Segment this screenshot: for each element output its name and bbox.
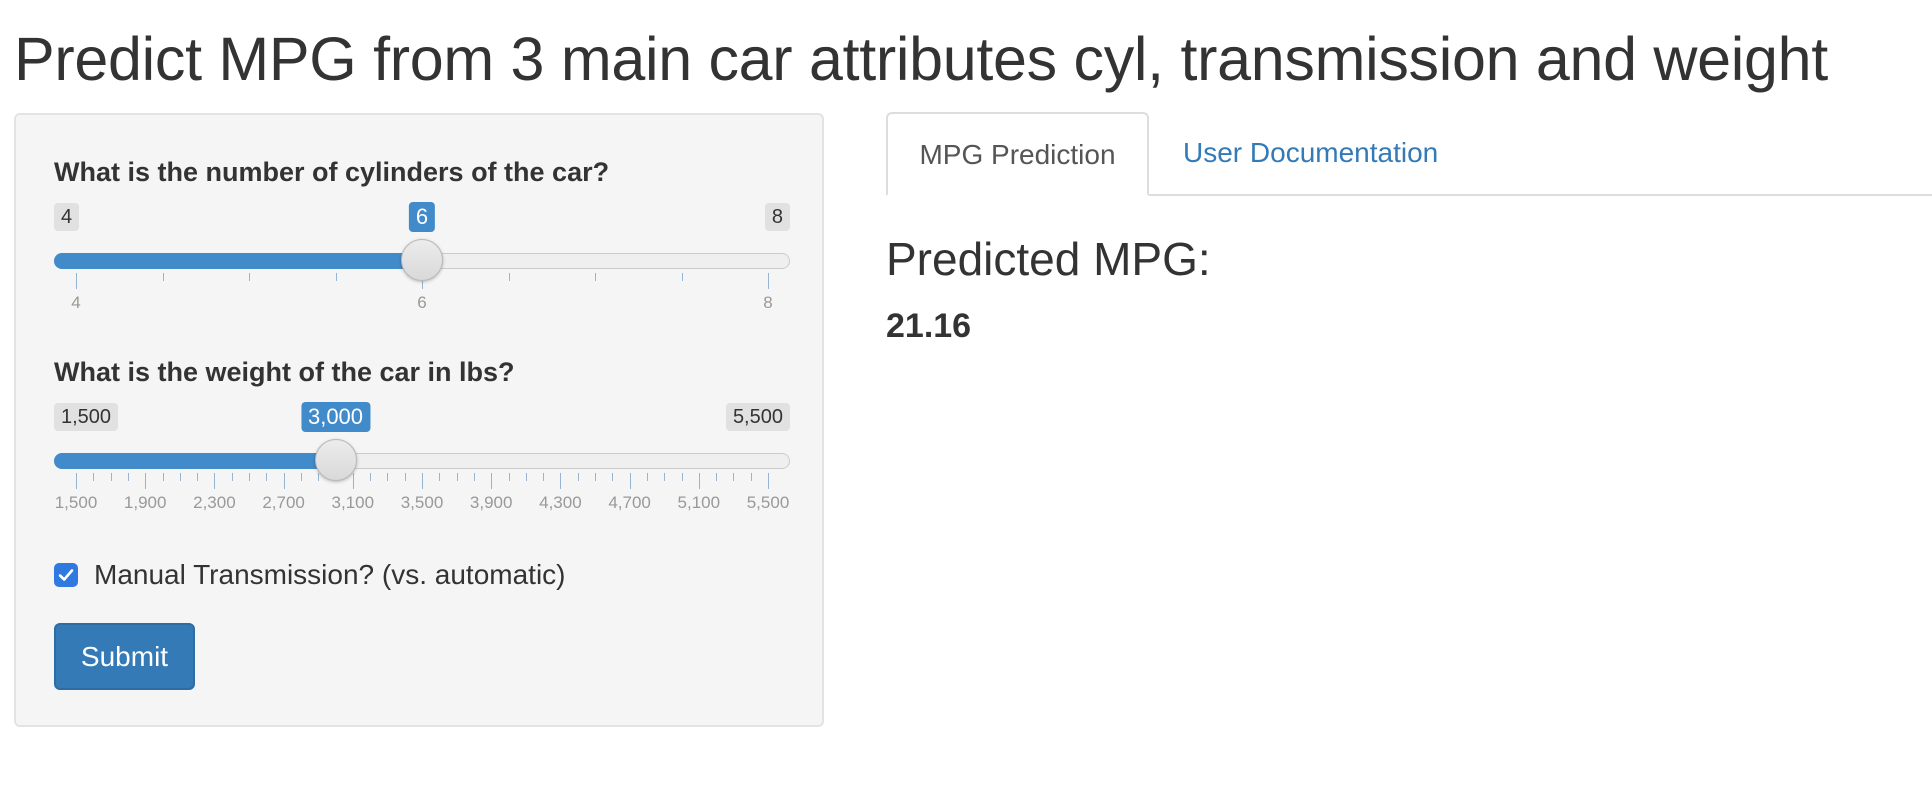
weight-minor-tick (318, 473, 320, 481)
weight-minor-tick (595, 473, 596, 481)
cyl-minor-tick (508, 273, 510, 281)
weight-tick-label: 5,500 (746, 493, 790, 512)
weight-major-tick (768, 473, 769, 489)
cyl-value-badge: 6 (408, 202, 436, 232)
transmission-checkbox[interactable] (54, 563, 78, 587)
weight-tick-label: 3,100 (331, 493, 375, 512)
cyl-slider-label: What is the number of cylinders of the c… (54, 157, 610, 187)
weight-slider-handle[interactable] (314, 439, 357, 481)
weight-minor-tick (300, 473, 302, 481)
weight-minor-tick (127, 473, 129, 481)
cyl-minor-tick (162, 273, 164, 281)
weight-major-tick (283, 473, 285, 489)
weight-minor-tick (733, 473, 735, 481)
weight-major-tick (491, 473, 493, 489)
weight-minor-tick (110, 473, 112, 481)
weight-minor-tick (750, 473, 752, 481)
transmission-checkbox-label: Manual Transmission? (vs. automatic) (94, 559, 566, 590)
weight-tick-label: 3,900 (469, 493, 513, 512)
weight-minor-tick (543, 473, 545, 481)
cyl-tick-label: 4 (71, 293, 81, 312)
weight-minor-tick (525, 473, 527, 481)
weight-major-tick (698, 473, 700, 489)
checkmark-icon (58, 569, 74, 581)
weight-minor-tick (456, 473, 458, 481)
prediction-heading: Predicted MPG: (886, 233, 1211, 285)
weight-minor-tick (93, 473, 95, 481)
weight-minor-tick (404, 473, 406, 481)
weight-tick-label: 4,700 (608, 493, 651, 512)
weight-minor-tick (646, 473, 648, 481)
weight-minor-tick (249, 473, 250, 481)
weight-minor-tick (162, 473, 164, 481)
weight-tick-label: 1,500 (54, 493, 98, 512)
cyl-major-tick (768, 273, 769, 289)
cyl-slider[interactable]: 4 8 6 4 6 8 (54, 202, 790, 315)
weight-minor-tick (197, 473, 199, 481)
weight-tick-label: 2,300 (193, 493, 236, 512)
cyl-tick-label: 6 (417, 293, 427, 312)
prediction-value: 21.16 (886, 307, 972, 345)
weight-minor-tick (664, 473, 666, 481)
weight-tick-label: 1,900 (123, 493, 167, 512)
weight-value-badge: 3,000 (300, 402, 371, 432)
cyl-slider-handle[interactable] (401, 239, 443, 281)
weight-slider-fill (54, 453, 336, 469)
cyl-tick-label: 8 (763, 293, 773, 312)
tab-user-documentation[interactable]: User Documentation (1149, 112, 1470, 196)
weight-major-tick (422, 473, 423, 489)
weight-tick-label: 3,500 (400, 493, 444, 512)
weight-major-tick (214, 473, 216, 489)
weight-minor-tick (266, 473, 268, 481)
weight-minor-tick (370, 473, 372, 481)
weight-minor-tick (508, 473, 510, 481)
cyl-minor-tick (335, 273, 337, 281)
weight-minor-tick (439, 473, 441, 481)
weight-major-tick (76, 473, 77, 489)
weight-slider[interactable]: 1,500 5,500 3,000 1,500 1,900 2,300 2,700 3,… (54, 402, 790, 515)
cyl-max-badge: 8 (764, 203, 790, 231)
weight-minor-tick (231, 473, 233, 481)
tab-mpg-prediction[interactable]: MPG Prediction (886, 112, 1149, 196)
weight-major-tick (560, 473, 562, 489)
weight-minor-tick (577, 473, 579, 481)
weight-major-tick (629, 473, 631, 489)
cyl-slider-fill (54, 253, 422, 269)
weight-minor-tick (473, 473, 475, 481)
weight-tick-label: 2,700 (262, 493, 305, 512)
page-title: Predict MPG from 3 main car attributes c… (14, 25, 1828, 93)
cyl-minor-tick (681, 273, 683, 281)
weight-minor-tick (716, 473, 718, 481)
weight-minor-tick (681, 473, 683, 481)
cyl-min-badge: 4 (54, 203, 80, 231)
weight-slider-label: What is the weight of the car in lbs? (54, 357, 515, 387)
weight-min-badge: 1,500 (54, 403, 119, 431)
weight-major-tick (352, 473, 354, 489)
weight-major-tick (145, 473, 147, 489)
cyl-minor-tick (249, 273, 250, 281)
weight-tick-label: 5,100 (677, 493, 721, 512)
sidebar-panel: What is the number of cylinders of the c… (14, 113, 824, 727)
weight-minor-tick (612, 473, 614, 481)
weight-tick-label: 4,300 (539, 493, 582, 512)
weight-minor-tick (387, 473, 389, 481)
cyl-minor-tick (595, 273, 596, 281)
submit-button[interactable]: Submit (54, 623, 195, 690)
weight-max-badge: 5,500 (725, 403, 790, 431)
tab-bar: MPG Prediction User Documentation (886, 112, 1932, 196)
weight-minor-tick (179, 473, 181, 481)
cyl-major-tick (76, 273, 77, 289)
